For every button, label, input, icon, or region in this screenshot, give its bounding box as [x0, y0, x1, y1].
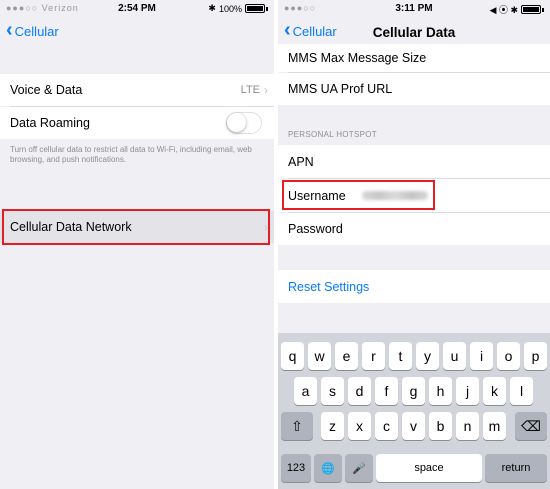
- key-x[interactable]: x: [348, 412, 371, 440]
- key-g[interactable]: g: [402, 377, 425, 405]
- key-j[interactable]: j: [456, 377, 479, 405]
- key-b[interactable]: b: [429, 412, 452, 440]
- globe-icon: 🌐: [321, 462, 335, 475]
- key-y[interactable]: y: [416, 342, 439, 370]
- status-indicators: ◀ ⦿ ✱: [490, 3, 544, 16]
- battery-icon: [245, 4, 265, 13]
- return-key[interactable]: return: [485, 454, 547, 482]
- key-m[interactable]: m: [483, 412, 506, 440]
- dictation-key[interactable]: 🎤: [345, 454, 373, 482]
- nav-bar: ‹ Cellular: [0, 18, 274, 48]
- delete-key[interactable]: ⌫: [515, 412, 547, 440]
- status-indicators: ✱ 100%: [208, 3, 268, 14]
- keyboard: q w e r t y u i o p a s d f g h j k l ⇧ …: [278, 333, 550, 489]
- mms-max-size-label: MMS Max Message Size: [288, 51, 427, 65]
- data-roaming-row: Data Roaming: [0, 107, 274, 139]
- status-bar: ●●●○○ 3:11 PM ◀ ⦿ ✱: [278, 0, 550, 18]
- voice-data-row[interactable]: Voice & Data LTE ›: [0, 74, 274, 106]
- key-c[interactable]: c: [375, 412, 398, 440]
- reset-settings-row[interactable]: Reset Settings: [278, 270, 550, 303]
- key-o[interactable]: o: [497, 342, 520, 370]
- voice-data-value: LTE: [240, 84, 260, 96]
- mms-ua-prof-label: MMS UA Prof URL: [288, 82, 393, 96]
- key-n[interactable]: n: [456, 412, 479, 440]
- voice-data-label: Voice & Data: [10, 83, 83, 97]
- key-f[interactable]: f: [375, 377, 398, 405]
- apn-label: APN: [288, 154, 314, 169]
- bluetooth-icon: ✱: [208, 3, 216, 13]
- key-v[interactable]: v: [402, 412, 425, 440]
- battery-percent: 100%: [218, 3, 242, 14]
- shift-key[interactable]: ⇧: [281, 412, 313, 440]
- key-h[interactable]: h: [429, 377, 452, 405]
- battery-tip: [542, 7, 544, 12]
- toggle-knob: [227, 113, 246, 132]
- apn-row[interactable]: APN: [278, 145, 550, 178]
- key-r[interactable]: r: [362, 342, 385, 370]
- battery-icon: [521, 5, 541, 14]
- cellular-data-screen: ●●●○○ 3:11 PM ◀ ⦿ ✱ ‹ Cellular Cellular …: [278, 0, 550, 489]
- highlight-box: [2, 209, 270, 245]
- microphone-icon: 🎤: [352, 462, 366, 475]
- delete-icon: ⌫: [521, 417, 541, 434]
- key-z[interactable]: z: [321, 412, 344, 440]
- key-p[interactable]: p: [524, 342, 547, 370]
- key-u[interactable]: u: [443, 342, 466, 370]
- key-l[interactable]: l: [510, 377, 533, 405]
- battery-tip: [266, 6, 268, 11]
- key-d[interactable]: d: [348, 377, 371, 405]
- back-label: Cellular: [14, 24, 59, 39]
- mms-max-size-row[interactable]: MMS Max Message Size: [278, 44, 550, 72]
- numbers-key[interactable]: 123: [281, 454, 311, 482]
- cellular-settings-screen: ●●●○○ Verizon 2:54 PM ✱ 100% ‹ Cellular …: [0, 0, 274, 489]
- location-alarm-bluetooth-icons: ◀ ⦿ ✱: [489, 5, 518, 15]
- password-row[interactable]: Password: [278, 213, 550, 245]
- globe-key[interactable]: 🌐: [314, 454, 342, 482]
- key-t[interactable]: t: [389, 342, 412, 370]
- key-k[interactable]: k: [483, 377, 506, 405]
- key-i[interactable]: i: [470, 342, 493, 370]
- shift-icon: ⇧: [291, 417, 303, 434]
- key-a[interactable]: a: [294, 377, 317, 405]
- mms-ua-prof-row[interactable]: MMS UA Prof URL: [278, 73, 550, 105]
- chevron-right-icon: ›: [264, 83, 268, 97]
- page-title: Cellular Data: [372, 25, 456, 40]
- highlight-box: [282, 180, 435, 210]
- data-roaming-label: Data Roaming: [10, 116, 90, 130]
- space-key[interactable]: space: [376, 454, 482, 482]
- cellular-footnote: Turn off cellular data to restrict all d…: [10, 145, 252, 164]
- back-button[interactable]: ‹ Cellular: [6, 19, 59, 41]
- key-s[interactable]: s: [321, 377, 344, 405]
- key-e[interactable]: e: [335, 342, 358, 370]
- status-bar: ●●●○○ Verizon 2:54 PM ✱ 100%: [0, 0, 274, 18]
- data-roaming-toggle[interactable]: [226, 112, 262, 134]
- reset-settings-link: Reset Settings: [288, 279, 370, 294]
- section-header: PERSONAL HOTSPOT: [288, 130, 377, 139]
- key-w[interactable]: w: [308, 342, 331, 370]
- chevron-left-icon: ‹: [6, 19, 13, 41]
- password-label: Password: [288, 222, 343, 236]
- key-q[interactable]: q: [281, 342, 304, 370]
